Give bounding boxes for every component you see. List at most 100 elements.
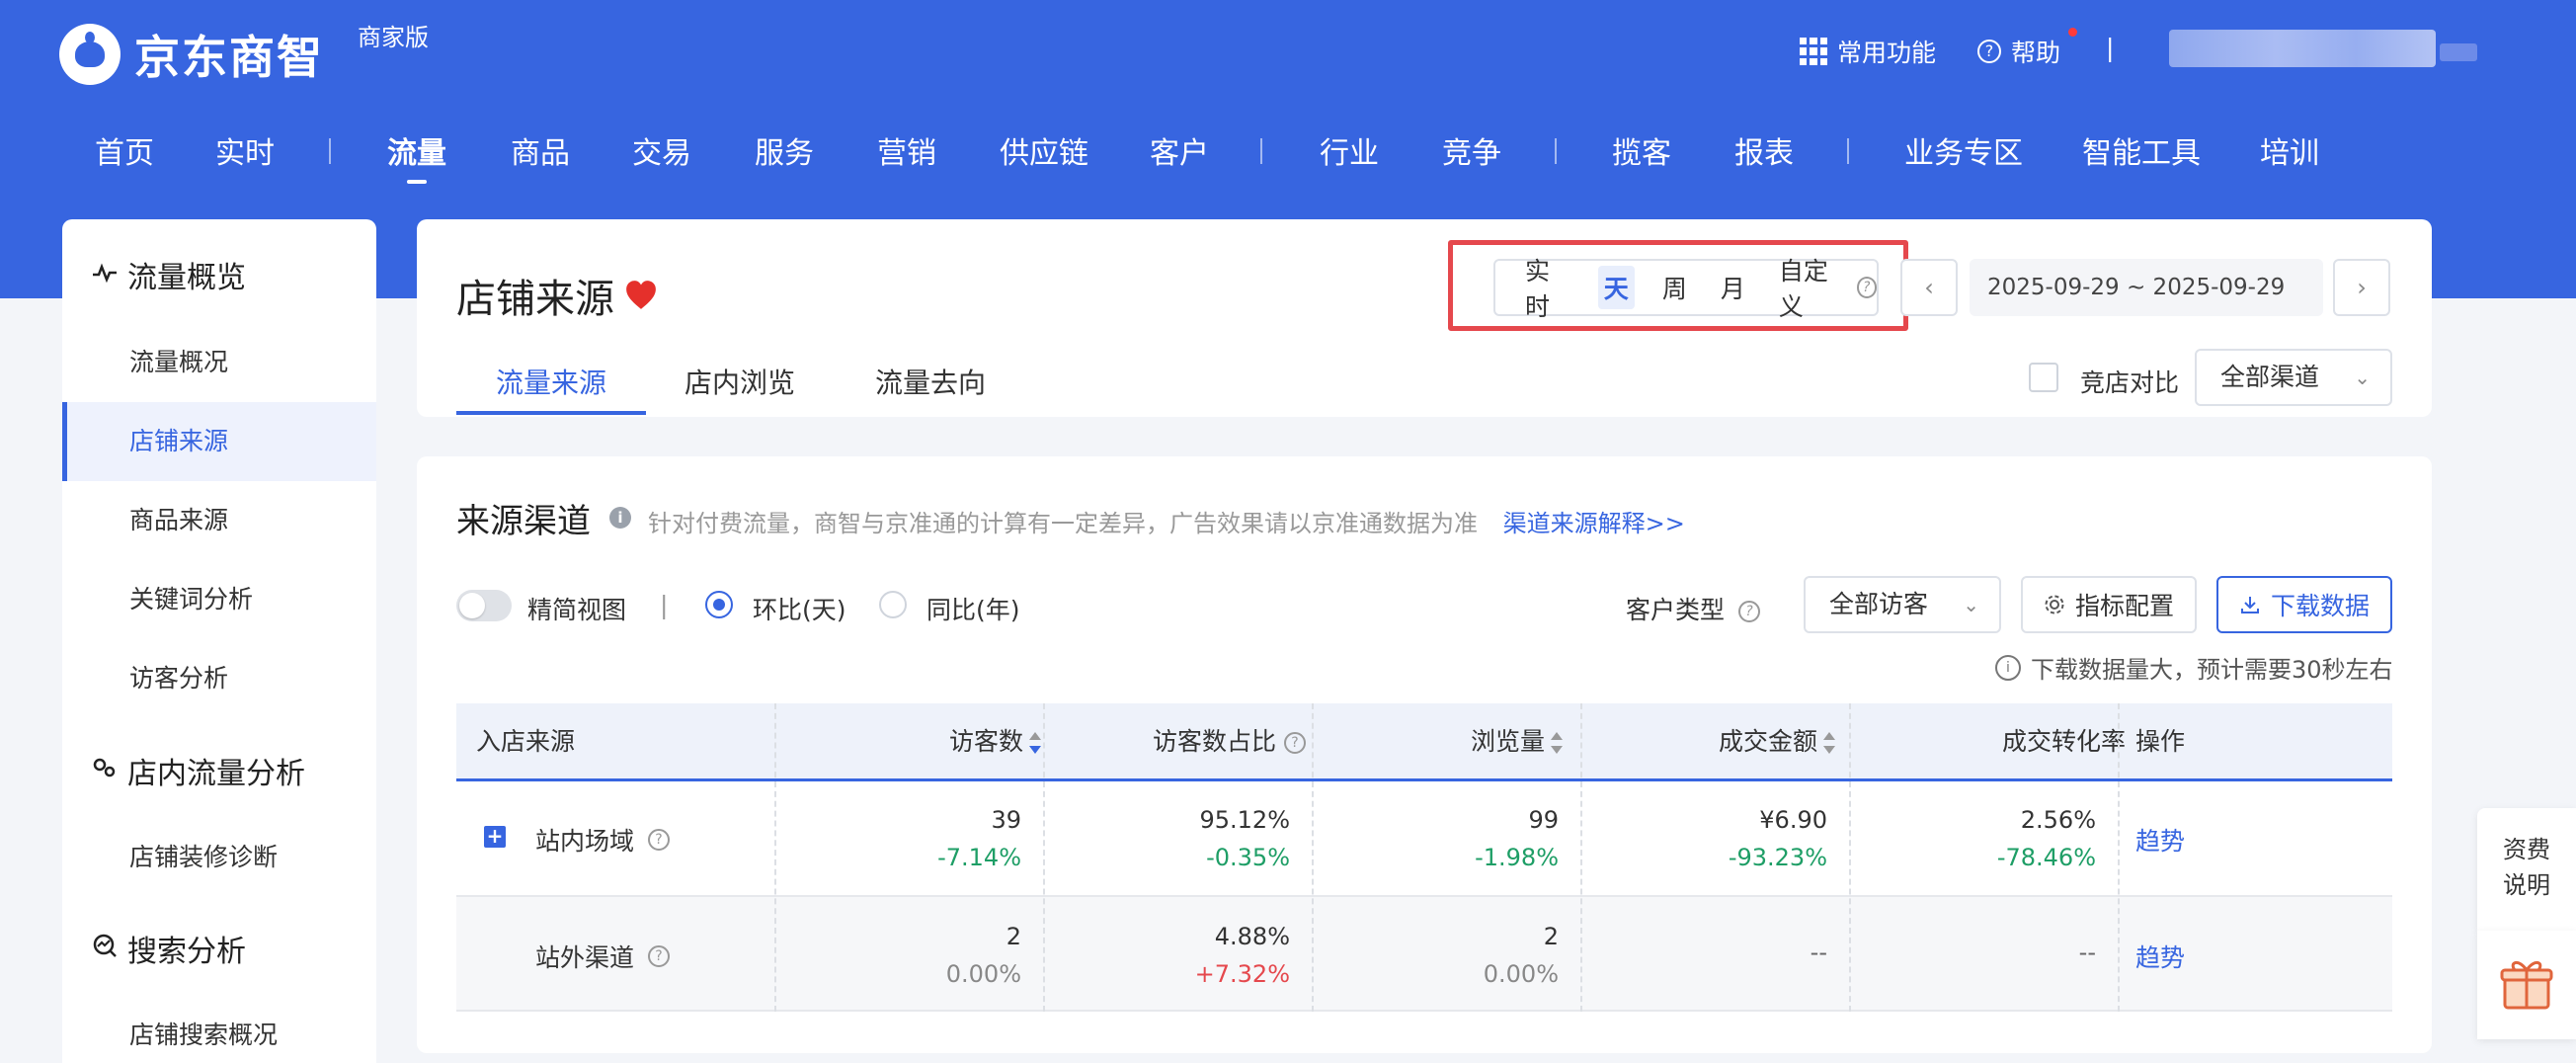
radio-yoy[interactable] (879, 591, 907, 618)
period-week[interactable]: 周 (1656, 266, 1693, 309)
nav-home[interactable]: 首页 (95, 128, 154, 172)
chevron-down-icon: ⌄ (1963, 593, 1979, 616)
question-icon[interactable]: ? (648, 829, 671, 851)
nav-customer[interactable]: 客户 (1150, 128, 1209, 172)
channel-select[interactable]: 全部渠道 ⌄ (2195, 349, 2392, 406)
sort-icon[interactable] (1029, 732, 1041, 754)
nav-realtime[interactable]: 实时 (215, 128, 275, 172)
fee-explanation-button[interactable]: 资费 说明 (2477, 808, 2576, 931)
download-button[interactable]: 下载数据 (2216, 576, 2392, 633)
nav-acquire[interactable]: 揽客 (1612, 128, 1671, 172)
sidebar-section-in-store-traffic[interactable]: 店内流量分析 (92, 749, 305, 792)
row-divider (456, 895, 2392, 897)
nav-business-zone[interactable]: 业务专区 (1904, 128, 2023, 172)
help-button[interactable]: ? 帮助 (1977, 34, 2060, 69)
gift-icon (2500, 961, 2553, 1010)
trend-link[interactable]: 趋势 (2135, 822, 2185, 858)
compare-checkbox[interactable] (2029, 363, 2058, 392)
next-date-button[interactable]: › (2333, 259, 2390, 316)
cell-visitors: 2 0.00% (945, 923, 1021, 988)
sidebar-section-traffic-overview[interactable]: 流量概览 (92, 253, 246, 296)
nav-reports[interactable]: 报表 (1734, 128, 1794, 172)
tab-traffic-destination[interactable]: 流量去向 (875, 362, 986, 401)
sidebar-item-visitor-analysis[interactable]: 访客分析 (62, 639, 376, 718)
col-header-visitors[interactable]: 访客数 (923, 703, 1041, 780)
question-icon[interactable]: ? (1737, 601, 1760, 622)
col-header-visitor-share: 访客数占比 ? (1128, 703, 1306, 780)
tab-traffic-source[interactable]: 流量来源 (496, 362, 606, 401)
customer-select[interactable]: 全部访客 ⌄ (1804, 576, 2001, 633)
col-header-pageviews[interactable]: 浏览量 (1444, 703, 1563, 780)
sidebar-item-shop-search-overview[interactable]: 店铺搜索概况 (62, 996, 376, 1063)
expand-plus-icon[interactable]: + (484, 826, 506, 848)
pulse-icon (92, 261, 120, 288)
period-custom[interactable]: 自定义 (1773, 248, 1847, 327)
nav-marketing[interactable]: 营销 (877, 128, 936, 172)
col-header-source: 入店来源 (476, 727, 576, 756)
col-header-action: 操作 (2135, 727, 2186, 756)
main-nav: 首页 实时 流量 商品 交易 服务 营销 供应链 客户 行业 竞争 揽客 报表 … (0, 128, 2576, 192)
sidebar: 流量概览 流量概况 店铺来源 商品来源 关键词分析 访客分析 店内流量分析 店铺… (62, 219, 376, 1063)
cell-share: 95.12% -0.35% (1199, 806, 1290, 871)
sidebar-item-product-source[interactable]: 商品来源 (62, 481, 376, 560)
section-title: 来源渠道 (456, 502, 591, 541)
nav-supply-chain[interactable]: 供应链 (1000, 128, 1088, 172)
gift-button[interactable] (2477, 931, 2576, 1039)
nav-industry[interactable]: 行业 (1320, 128, 1379, 172)
sort-icon[interactable] (1823, 732, 1835, 754)
logo[interactable]: 京东商智 (59, 22, 324, 87)
notification-dot (2068, 28, 2077, 37)
period-month[interactable]: 月 (1715, 266, 1751, 309)
cell-pageviews: 2 0.00% (1483, 923, 1559, 988)
simple-view-toggle[interactable] (456, 590, 512, 621)
sidebar-item-shop-source[interactable]: 店铺来源 (62, 402, 376, 481)
sort-icon[interactable] (1551, 732, 1563, 754)
question-icon[interactable]: ? (1856, 277, 1878, 298)
nav-competition[interactable]: 竞争 (1442, 128, 1501, 172)
period-day[interactable]: 天 (1597, 266, 1635, 309)
nav-trade[interactable]: 交易 (632, 128, 691, 172)
nav-divider (1847, 138, 1849, 164)
col-sep (1849, 703, 1851, 1012)
download-icon (2240, 597, 2259, 613)
trend-link[interactable]: 趋势 (2135, 939, 2185, 974)
question-icon[interactable]: ? (648, 945, 671, 967)
gear-icon (2045, 595, 2064, 614)
row-source-name: 站内场域 ? (535, 822, 671, 858)
channel-explain-link[interactable]: 渠道来源解释>> (1503, 510, 1685, 537)
sidebar-item-keyword-analysis[interactable]: 关键词分析 (62, 560, 376, 639)
col-sep (2118, 703, 2120, 1012)
sidebar-section-search-analysis[interactable]: 搜索分析 (92, 927, 246, 970)
nav-product[interactable]: 商品 (511, 128, 570, 172)
nav-service[interactable]: 服务 (755, 128, 814, 172)
question-icon[interactable]: ? (1284, 732, 1306, 754)
cell-share: 4.88% +7.32% (1194, 923, 1290, 988)
nav-divider (1260, 138, 1262, 164)
sidebar-item-traffic-summary[interactable]: 流量概况 (62, 323, 376, 402)
cell-amount: -- (1810, 939, 1827, 966)
tab-in-store-browse[interactable]: 店内浏览 (684, 362, 795, 401)
radio-yoy-label: 同比(年) (926, 596, 1020, 624)
customer-type-label: 客户类型 ? (1626, 591, 1760, 626)
compare-label: 竞店对比 (2080, 368, 2180, 397)
chevron-right-icon: › (2357, 274, 2367, 301)
nav-divider (329, 138, 331, 164)
period-realtime[interactable]: 实时 (1519, 248, 1576, 327)
sidebar-item-store-decoration[interactable]: 店铺装修诊断 (62, 818, 376, 897)
metric-config-button[interactable]: 指标配置 (2021, 576, 2197, 633)
edition-label: 商家版 (358, 24, 429, 51)
date-range-display[interactable]: 2025-09-29 ~ 2025-09-29 (1970, 259, 2323, 316)
radio-mom[interactable] (705, 591, 733, 618)
help-circle-icon: ? (1977, 40, 2001, 63)
heart-icon[interactable] (624, 279, 658, 312)
common-features-button[interactable]: 常用功能 (1800, 34, 1936, 69)
nav-training[interactable]: 培训 (2260, 128, 2319, 172)
col-header-amount[interactable]: 成交金额 (1677, 703, 1835, 780)
info-icon: i (609, 507, 631, 529)
nav-smart-tools[interactable]: 智能工具 (2082, 128, 2201, 172)
nav-traffic[interactable]: 流量 (387, 128, 446, 172)
cell-visitors: 39 -7.14% (937, 806, 1021, 871)
account-name-blurred[interactable] (2169, 30, 2436, 67)
prev-date-button[interactable]: ‹ (1900, 259, 1958, 316)
header-divider: | (2106, 34, 2115, 62)
